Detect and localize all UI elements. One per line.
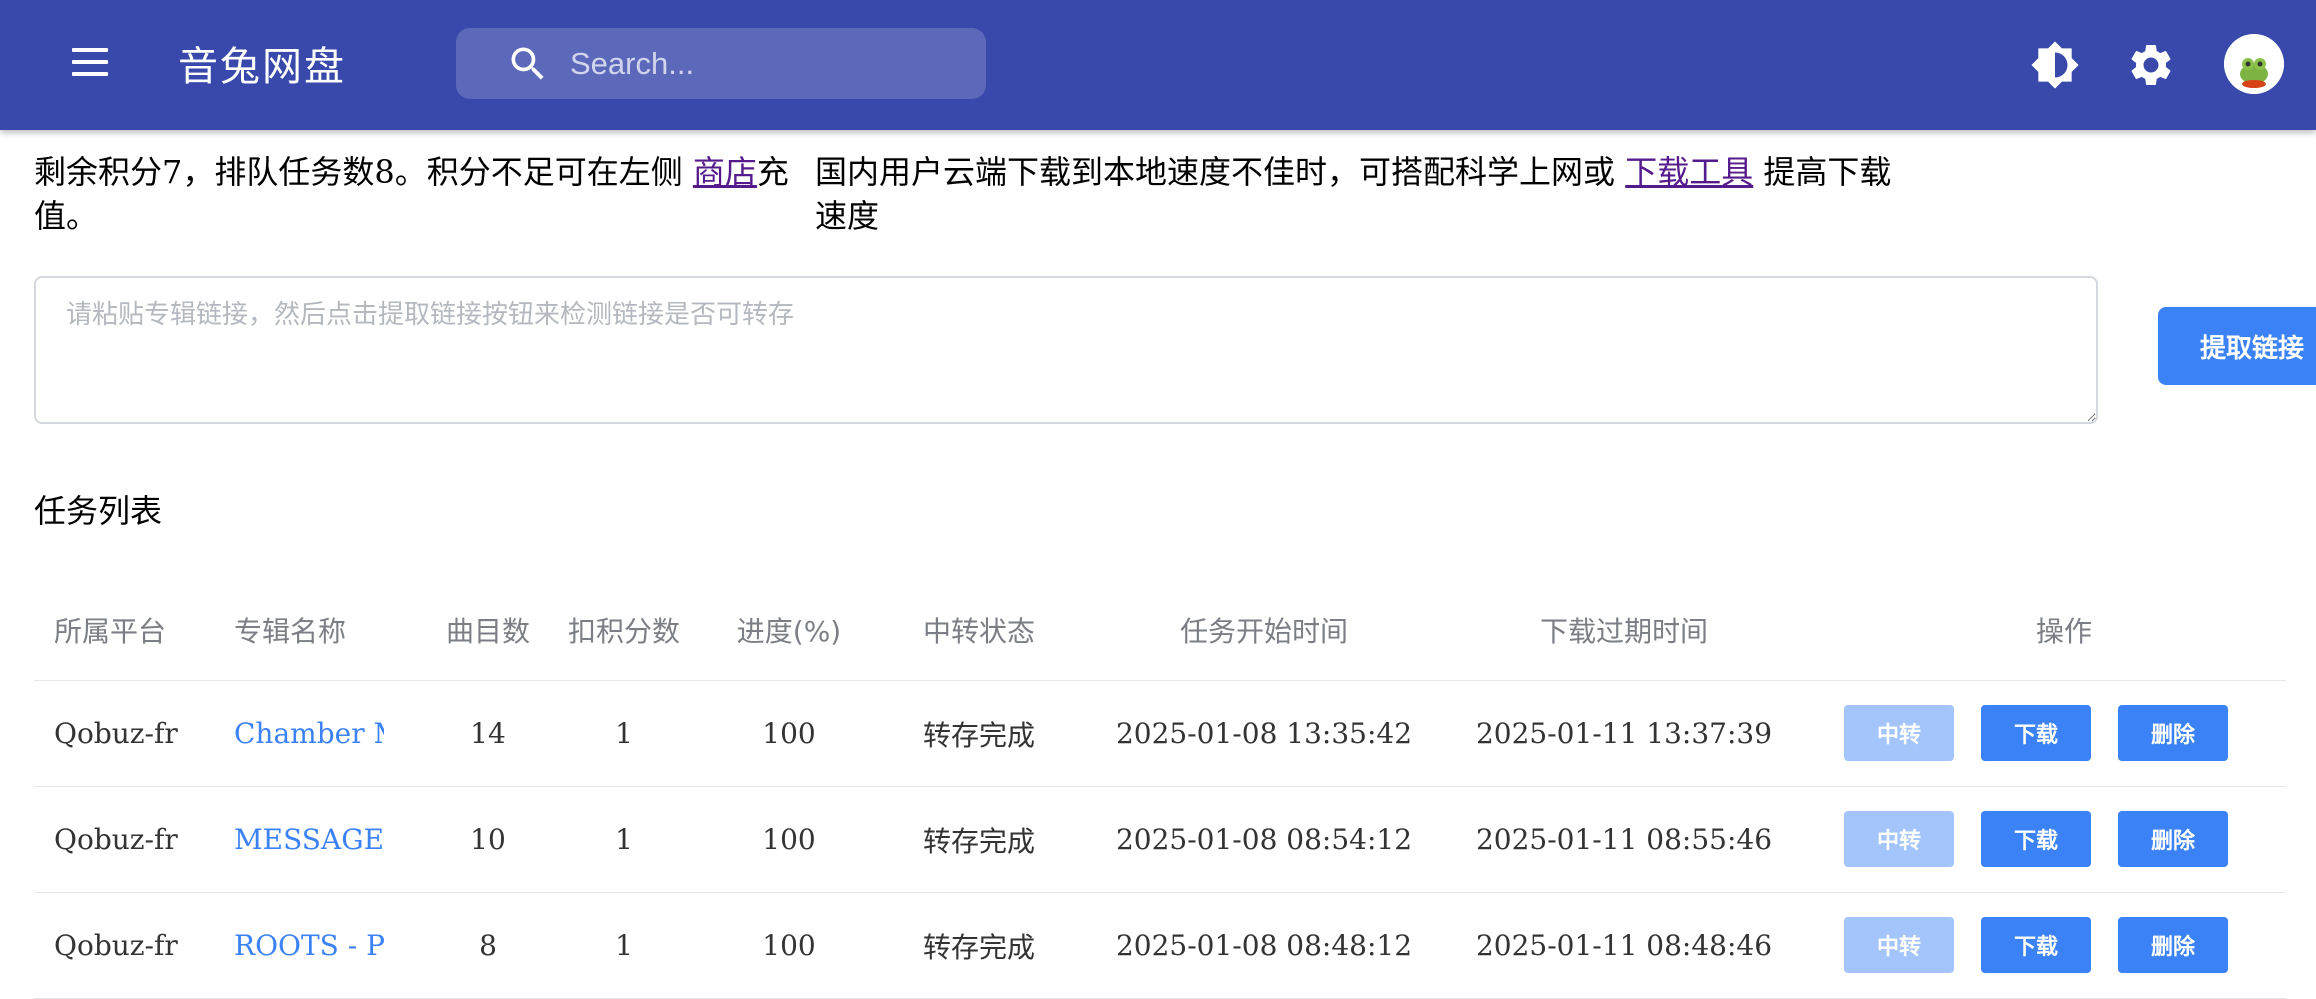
col-album: 专辑名称 — [234, 615, 347, 648]
col-start-time: 任务开始时间 — [1179, 615, 1348, 648]
album-cell: ROOTS - Pia — [234, 893, 414, 998]
task-list-title: 任务列表 — [34, 492, 163, 530]
search-input[interactable] — [568, 40, 962, 88]
table-row: Qobuz-fr MESSAGE - 10 1 100 转存完成 2025-01… — [34, 787, 2286, 893]
credits-info: 剩余积分7，排队任务数8。积分不足可在左侧 商店充值。 — [34, 150, 794, 238]
col-status: 中转状态 — [922, 615, 1035, 648]
table-row: Qobuz-fr Chamber Mu 14 1 100 转存完成 2025-0… — [34, 681, 2286, 787]
download-tip: 国内用户云端下载到本地速度不佳时，可搭配科学上网或 下载工具 提高下载速度 — [815, 150, 1905, 238]
status-cell: 转存完成 — [922, 930, 1035, 964]
delete-button[interactable]: 删除 — [2118, 811, 2228, 867]
download-tip-text: 国内用户云端下载到本地速度不佳时，可搭配科学上网或 — [815, 153, 1626, 191]
status-cell: 转存完成 — [922, 824, 1035, 858]
download-button[interactable]: 下载 — [1981, 917, 2091, 973]
platform-cell: Qobuz-fr — [54, 929, 178, 962]
table-row: Qobuz-fr ROOTS - Pia 8 1 100 转存完成 2025-0… — [34, 893, 2286, 999]
album-link[interactable]: Chamber Mu — [234, 717, 384, 750]
progress-cell: 100 — [762, 929, 816, 962]
frog-avatar-icon — [2224, 34, 2284, 94]
album-link[interactable]: ROOTS - Pia — [234, 929, 384, 962]
download-tool-link[interactable]: 下载工具 — [1625, 153, 1753, 191]
download-button[interactable]: 下载 — [1981, 811, 2091, 867]
avatar[interactable] — [2224, 34, 2284, 94]
start-time-cell: 2025-01-08 08:48:12 — [1115, 929, 1413, 962]
progress-cell: 100 — [762, 717, 816, 750]
start-time-cell: 2025-01-08 08:54:12 — [1115, 823, 1413, 856]
col-actions: 操作 — [2035, 615, 2092, 648]
table-header: 所属平台 专辑名称 曲目数 扣积分数 进度(%) 中转状态 任务开始时间 下载过… — [34, 580, 2286, 681]
download-button[interactable]: 下载 — [1981, 705, 2091, 761]
search-icon — [511, 47, 544, 80]
delete-button[interactable]: 删除 — [2118, 917, 2228, 973]
expire-time-cell: 2025-01-11 13:37:39 — [1475, 717, 1773, 750]
task-table: 所属平台 专辑名称 曲目数 扣积分数 进度(%) 中转状态 任务开始时间 下载过… — [34, 580, 2286, 999]
album-cell: MESSAGE - — [234, 787, 414, 892]
album-link-input[interactable] — [34, 276, 2098, 424]
relay-button[interactable]: 中转 — [1844, 705, 1954, 761]
brightness-icon[interactable] — [2030, 40, 2080, 90]
expire-time-cell: 2025-01-11 08:55:46 — [1475, 823, 1773, 856]
app-bar: 音兔网盘 — [0, 0, 2316, 130]
relay-button[interactable]: 中转 — [1844, 917, 1954, 973]
credits-info-text: 剩余积分7，排队任务数8。积分不足可在左侧 — [34, 153, 693, 191]
settings-icon[interactable] — [2126, 40, 2176, 90]
platform-cell: Qobuz-fr — [54, 717, 178, 750]
menu-icon[interactable] — [66, 44, 114, 84]
app-title: 音兔网盘 — [178, 44, 346, 90]
col-platform: 所属平台 — [54, 615, 167, 648]
start-time-cell: 2025-01-08 13:35:42 — [1115, 717, 1413, 750]
delete-button[interactable]: 删除 — [2118, 705, 2228, 761]
col-progress: 进度(%) — [736, 615, 842, 648]
progress-cell: 100 — [762, 823, 816, 856]
search-box[interactable] — [456, 28, 986, 99]
shop-link[interactable]: 商店 — [693, 153, 757, 191]
status-cell: 转存完成 — [922, 718, 1035, 752]
relay-button[interactable]: 中转 — [1844, 811, 1954, 867]
col-expire-time: 下载过期时间 — [1539, 615, 1708, 648]
extract-link-button[interactable]: 提取链接 — [2158, 307, 2316, 385]
album-link[interactable]: MESSAGE - — [234, 823, 384, 856]
platform-cell: Qobuz-fr — [54, 823, 178, 856]
album-cell: Chamber Mu — [234, 681, 414, 786]
expire-time-cell: 2025-01-11 08:48:46 — [1475, 929, 1773, 962]
